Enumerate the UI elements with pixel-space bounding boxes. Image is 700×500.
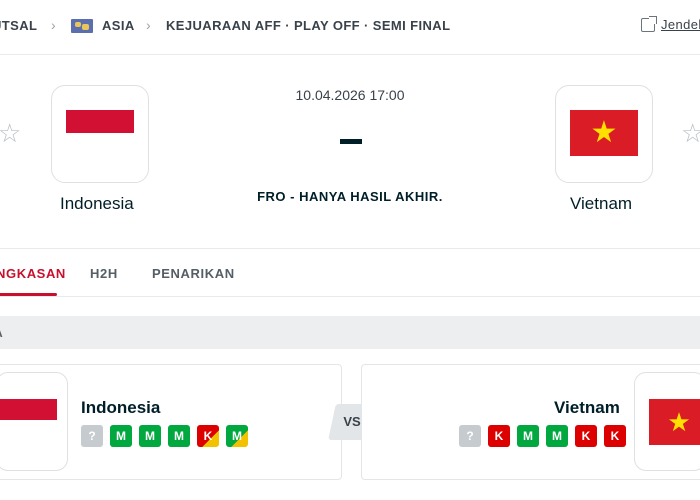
form-badge[interactable]: M: [546, 425, 568, 447]
form-badge[interactable]: M: [226, 425, 248, 447]
section-header: A: [0, 316, 700, 349]
form-badge[interactable]: ?: [81, 425, 103, 447]
breadcrumb: UTSAL › ASIA › KEJUARAAN AFF · PLAY OFF …: [0, 0, 700, 52]
form-badge[interactable]: K: [197, 425, 219, 447]
tab-bar: NGKASAN H2H PENARIKAN: [0, 250, 700, 296]
indonesia-flag-icon: [66, 110, 134, 156]
favorite-star-icon-away[interactable]: ☆: [681, 120, 700, 146]
tab-h2h[interactable]: H2H: [90, 266, 118, 281]
form-badge[interactable]: K: [488, 425, 510, 447]
divider: [0, 54, 700, 55]
breadcrumb-region[interactable]: ASIA: [102, 18, 135, 33]
away-form-badges: ? K M M K K: [459, 425, 626, 447]
divider: [0, 248, 700, 249]
form-badge[interactable]: M: [139, 425, 161, 447]
open-window-label: Jendel: [661, 17, 700, 32]
form-badge[interactable]: ?: [459, 425, 481, 447]
asia-flag-icon: [71, 19, 93, 33]
away-team-logo[interactable]: ★: [555, 85, 653, 183]
chevron-right-icon: ›: [51, 17, 57, 33]
form-badge[interactable]: M: [517, 425, 539, 447]
chevron-right-icon: ›: [146, 17, 152, 33]
away-form-logo[interactable]: ★: [634, 372, 700, 471]
home-form-team-name[interactable]: Indonesia: [81, 398, 160, 418]
open-window-link[interactable]: Jendel: [641, 15, 700, 32]
form-badge[interactable]: K: [604, 425, 626, 447]
tab-draw[interactable]: PENARIKAN: [152, 266, 235, 281]
favorite-star-icon-home[interactable]: ☆: [0, 120, 21, 146]
external-link-icon: [641, 15, 657, 32]
tab-summary[interactable]: NGKASAN: [0, 266, 66, 281]
form-badge[interactable]: M: [168, 425, 190, 447]
breadcrumb-competition[interactable]: KEJUARAAN AFF · PLAY OFF · SEMI FINAL: [166, 18, 450, 33]
home-form-badges: ? M M M K M: [81, 425, 248, 447]
away-form-team-name[interactable]: Vietnam: [554, 398, 620, 418]
match-score: [340, 139, 362, 144]
breadcrumb-sport[interactable]: UTSAL: [0, 18, 37, 33]
form-badge[interactable]: M: [110, 425, 132, 447]
vietnam-flag-icon: ★: [649, 399, 700, 445]
form-badge[interactable]: K: [575, 425, 597, 447]
section-title: A: [0, 326, 3, 340]
indonesia-flag-icon: [0, 399, 57, 441]
vietnam-flag-icon: ★: [570, 110, 638, 156]
divider: [0, 296, 700, 297]
away-team-name[interactable]: Vietnam: [570, 194, 632, 214]
home-form-logo[interactable]: [0, 372, 68, 471]
